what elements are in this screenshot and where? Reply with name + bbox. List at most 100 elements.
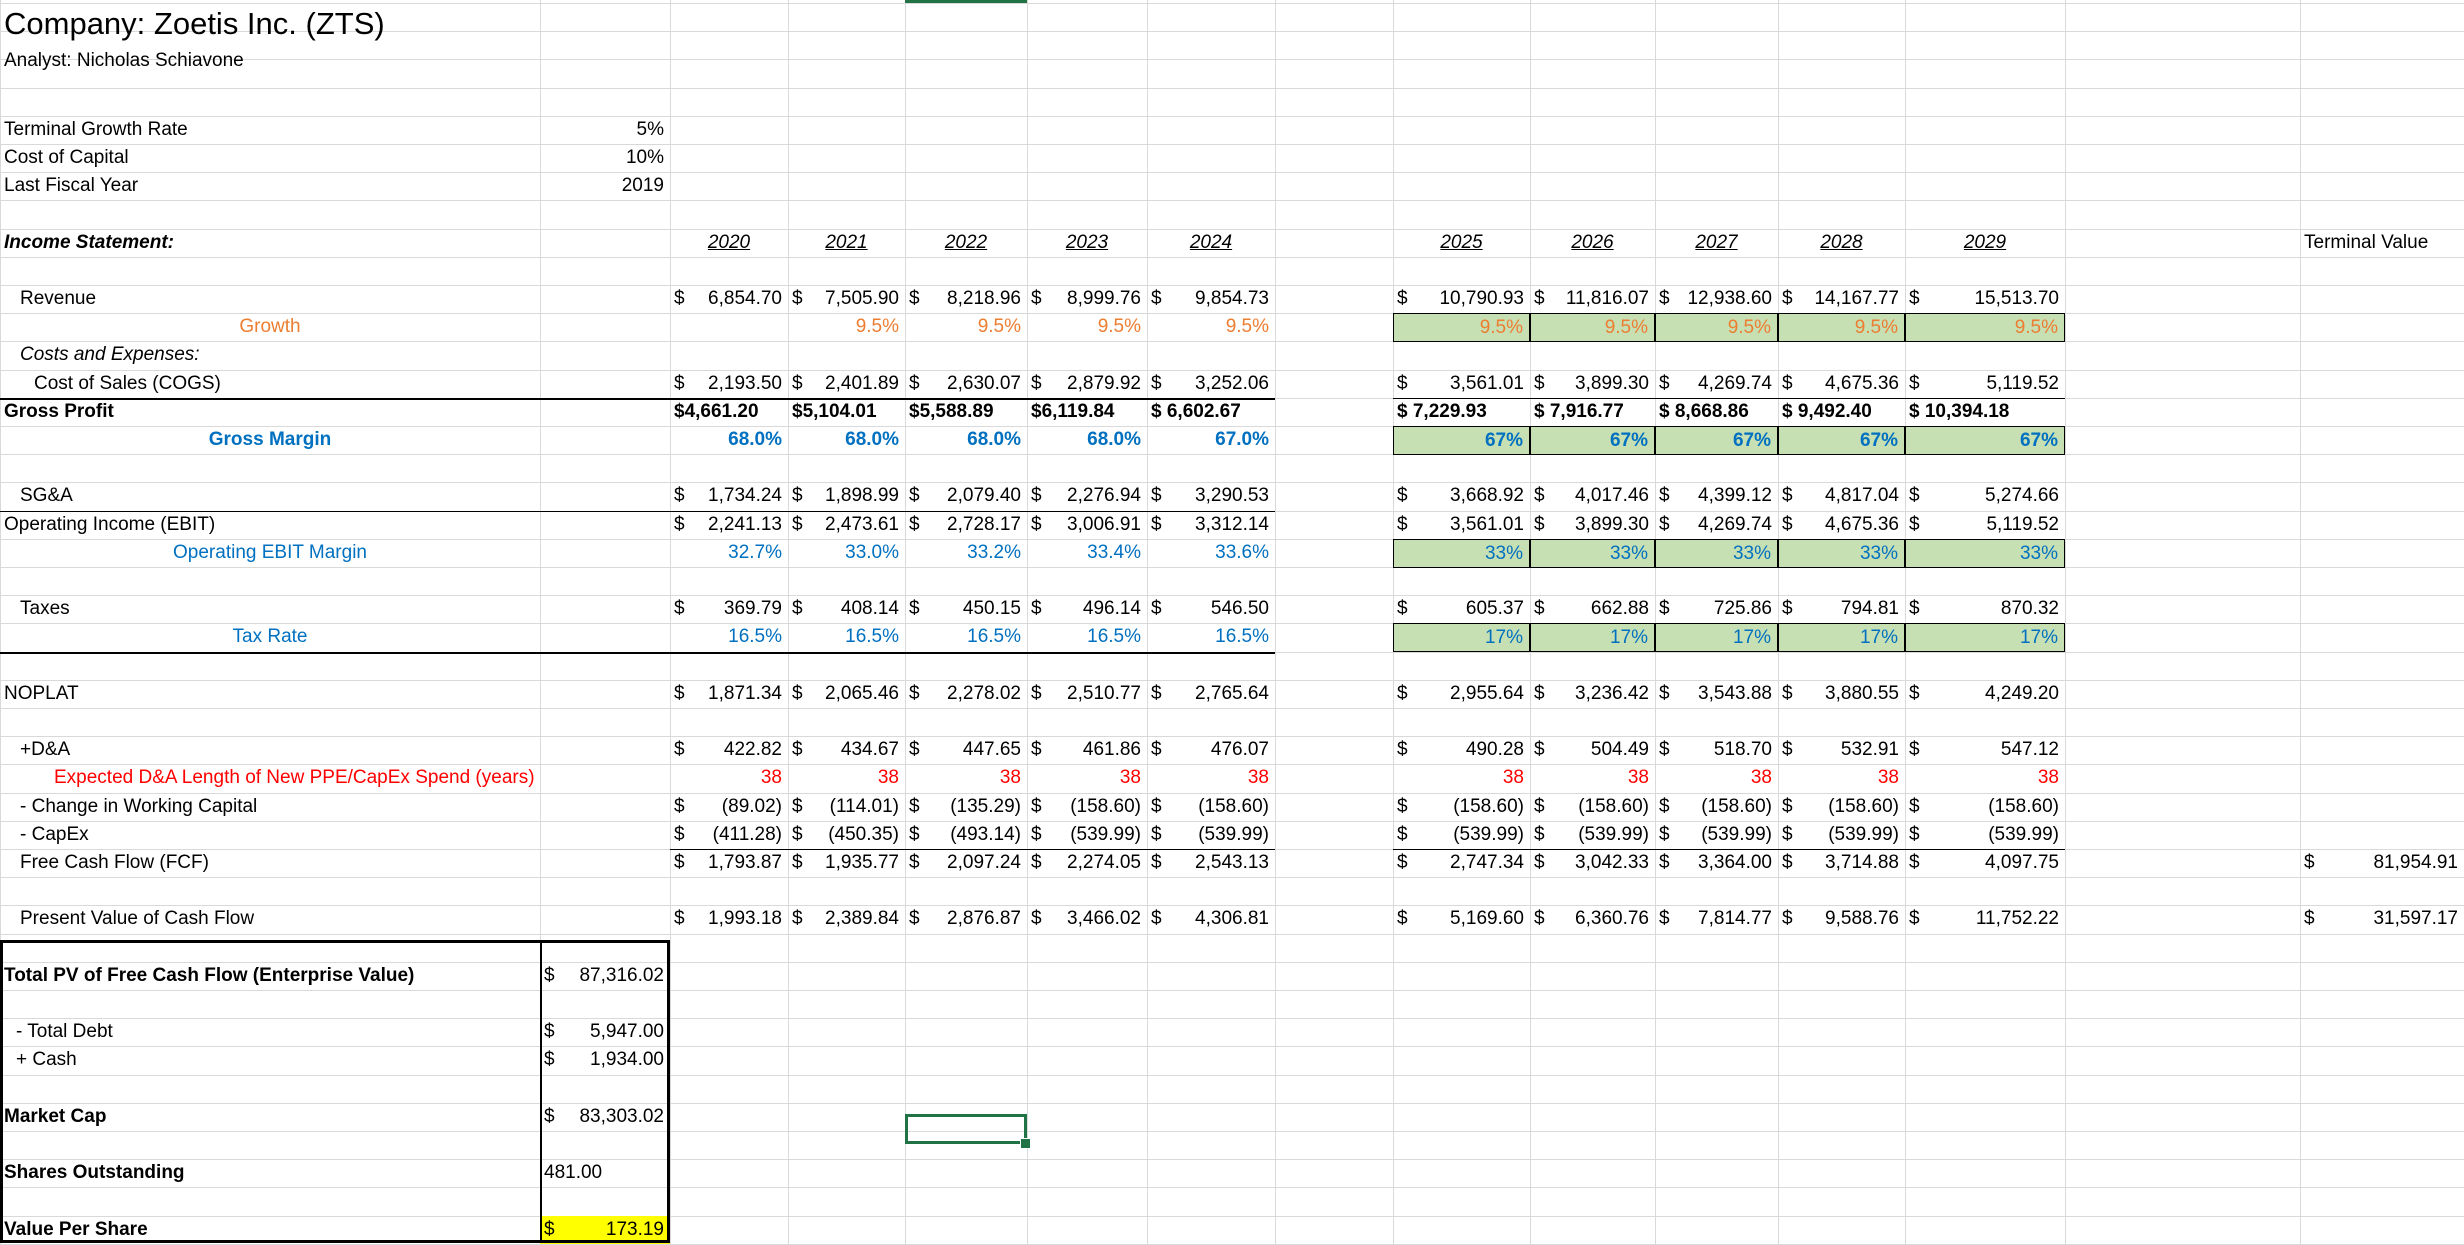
da-cell[interactable]: $447.65 [905, 736, 1027, 764]
da-length-cell[interactable]: 38 [1147, 764, 1275, 792]
taxes-cell[interactable]: $662.88 [1530, 595, 1655, 623]
wc-cell[interactable]: $ (158.60) [1147, 793, 1275, 821]
ebit-margin-cell[interactable]: 33.2% [905, 539, 1027, 567]
da-length-cell[interactable]: 38 [1530, 764, 1655, 792]
revenue-cell[interactable]: $12,938.60 [1655, 285, 1778, 313]
fill-handle[interactable] [1020, 1138, 1031, 1149]
ebit-margin-cell[interactable]: 33.6% [1147, 539, 1275, 567]
noplat-cell[interactable]: $1,871.34 [670, 680, 788, 708]
revenue-cell[interactable]: $6,854.70 [670, 285, 788, 313]
fcf-cell[interactable]: $3,364.00 [1655, 849, 1778, 877]
da-cell[interactable]: $476.07 [1147, 736, 1275, 764]
revenue-cell[interactable]: $8,218.96 [905, 285, 1027, 313]
da-cell[interactable]: $518.70 [1655, 736, 1778, 764]
fcf-cell[interactable]: $2,097.24 [905, 849, 1027, 877]
taxes-cell[interactable]: $794.81 [1778, 595, 1905, 623]
capex-cell[interactable]: $ (411.28) [670, 821, 788, 849]
fcf-cell[interactable]: $2,274.05 [1027, 849, 1147, 877]
gross-profit-cell[interactable]: $5,104.01 [788, 398, 905, 426]
revenue-cell[interactable]: $7,505.90 [788, 285, 905, 313]
gross-margin-cell[interactable]: 67% [1393, 426, 1530, 455]
gross-margin-cell[interactable]: 68.0% [670, 426, 788, 454]
da-cell[interactable]: $504.49 [1530, 736, 1655, 764]
da-cell[interactable]: $547.12 [1905, 736, 2065, 764]
taxes-cell[interactable]: $369.79 [670, 595, 788, 623]
taxes-cell[interactable]: $870.32 [1905, 595, 2065, 623]
growth-cell[interactable]: 9.5% [1147, 313, 1275, 341]
growth-cell[interactable]: 9.5% [905, 313, 1027, 341]
growth-cell[interactable]: 9.5% [1778, 313, 1905, 342]
da-cell[interactable]: $434.67 [788, 736, 905, 764]
sga-cell[interactable]: $1,734.24 [670, 482, 788, 510]
ebit-cell[interactable]: $3,312.14 [1147, 511, 1275, 539]
pv-cell[interactable]: $2,389.84 [788, 905, 905, 933]
da-cell[interactable]: $422.82 [670, 736, 788, 764]
capex-cell[interactable]: $ (539.99) [1147, 821, 1275, 849]
da-length-cell[interactable]: 38 [1655, 764, 1778, 792]
cogs-cell[interactable]: $2,630.07 [905, 370, 1027, 398]
wc-cell[interactable]: $ (89.02) [670, 793, 788, 821]
noplat-cell[interactable]: $3,236.42 [1530, 680, 1655, 708]
taxes-cell[interactable]: $408.14 [788, 595, 905, 623]
revenue-cell[interactable]: $11,816.07 [1530, 285, 1655, 313]
da-length-cell[interactable]: 38 [1905, 764, 2065, 792]
sga-cell[interactable]: $3,290.53 [1147, 482, 1275, 510]
pv-cell[interactable]: $1,993.18 [670, 905, 788, 933]
taxes-cell[interactable]: $496.14 [1027, 595, 1147, 623]
active-cell-selection[interactable] [905, 1114, 1027, 1144]
pv-cell[interactable]: $7,814.77 [1655, 905, 1778, 933]
ebit-margin-cell[interactable]: 33% [1778, 539, 1905, 568]
growth-cell[interactable]: 9.5% [1905, 313, 2065, 342]
ebit-cell[interactable]: $3,899.30 [1530, 511, 1655, 539]
ebit-margin-cell[interactable]: 33.0% [788, 539, 905, 567]
tax-rate-cell[interactable]: 17% [1530, 623, 1655, 652]
ebit-margin-cell[interactable]: 33% [1905, 539, 2065, 568]
assumption-value[interactable]: 2019 [540, 172, 670, 200]
ebit-margin-cell[interactable]: 33% [1655, 539, 1778, 568]
sga-cell[interactable]: $5,274.66 [1905, 482, 2065, 510]
wc-cell[interactable]: $ (158.60) [1393, 793, 1530, 821]
gross-margin-cell[interactable]: 67% [1905, 426, 2065, 455]
tax-rate-cell[interactable]: 16.5% [1147, 623, 1275, 651]
sga-cell[interactable]: $4,817.04 [1778, 482, 1905, 510]
fcf-terminal-value[interactable]: $81,954.91 [2300, 849, 2464, 877]
ebit-margin-cell[interactable]: 32.7% [670, 539, 788, 567]
wc-cell[interactable]: $ (135.29) [905, 793, 1027, 821]
fcf-cell[interactable]: $4,097.75 [1905, 849, 2065, 877]
sga-cell[interactable]: $3,668.92 [1393, 482, 1530, 510]
gross-margin-cell[interactable]: 68.0% [788, 426, 905, 454]
pv-cell[interactable]: $6,360.76 [1530, 905, 1655, 933]
sga-cell[interactable]: $2,079.40 [905, 482, 1027, 510]
noplat-cell[interactable]: $2,955.64 [1393, 680, 1530, 708]
wc-cell[interactable]: $ (158.60) [1905, 793, 2065, 821]
noplat-cell[interactable]: $4,249.20 [1905, 680, 2065, 708]
gross-margin-cell[interactable]: 67% [1530, 426, 1655, 455]
capex-cell[interactable]: $ (493.14) [905, 821, 1027, 849]
gross-profit-cell[interactable]: $ 7,229.93 [1393, 398, 1530, 426]
assumption-value[interactable]: 10% [540, 144, 670, 172]
ebit-cell[interactable]: $3,561.01 [1393, 511, 1530, 539]
capex-cell[interactable]: $ (539.99) [1530, 821, 1655, 849]
gross-margin-cell[interactable]: 68.0% [1027, 426, 1147, 454]
fcf-cell[interactable]: $3,714.88 [1778, 849, 1905, 877]
growth-cell[interactable]: 9.5% [788, 313, 905, 341]
ebit-cell[interactable]: $4,675.36 [1778, 511, 1905, 539]
growth-cell[interactable]: 9.5% [1027, 313, 1147, 341]
tax-rate-cell[interactable]: 16.5% [1027, 623, 1147, 651]
ebit-margin-cell[interactable]: 33% [1393, 539, 1530, 568]
pv-terminal-value[interactable]: $31,597.17 [2300, 905, 2464, 933]
noplat-cell[interactable]: $2,065.46 [788, 680, 905, 708]
growth-cell[interactable]: 9.5% [1393, 313, 1530, 342]
gross-profit-cell[interactable]: $ 7,916.77 [1530, 398, 1655, 426]
growth-cell[interactable]: 9.5% [1655, 313, 1778, 342]
ebit-margin-cell[interactable]: 33.4% [1027, 539, 1147, 567]
ebit-cell[interactable]: $2,728.17 [905, 511, 1027, 539]
gross-profit-cell[interactable]: $ 10,394.18 [1905, 398, 2065, 426]
fcf-cell[interactable]: $1,793.87 [670, 849, 788, 877]
revenue-cell[interactable]: $14,167.77 [1778, 285, 1905, 313]
capex-cell[interactable]: $ (539.99) [1778, 821, 1905, 849]
pv-cell[interactable]: $3,466.02 [1027, 905, 1147, 933]
cogs-cell[interactable]: $3,899.30 [1530, 370, 1655, 398]
growth-cell[interactable] [670, 313, 788, 341]
revenue-cell[interactable]: $9,854.73 [1147, 285, 1275, 313]
